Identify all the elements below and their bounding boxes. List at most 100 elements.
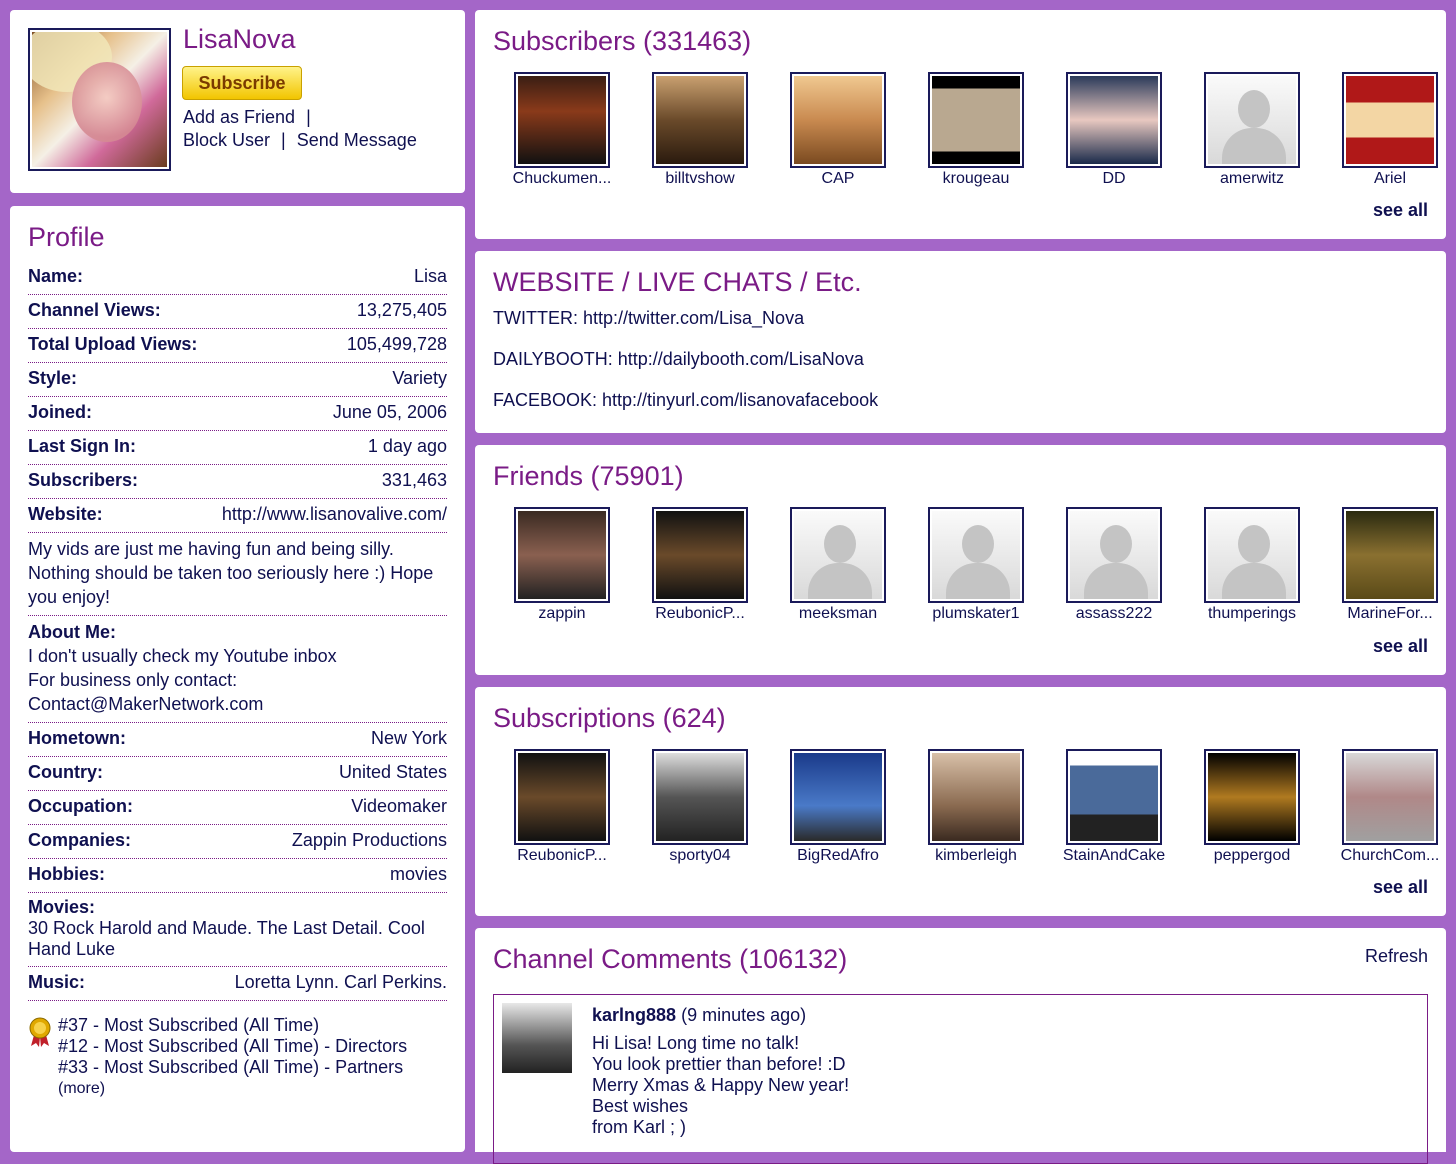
friends-thumb[interactable]: assass222 [1045, 507, 1183, 623]
username-link[interactable]: ReubonicP... [493, 847, 631, 865]
friends-thumb[interactable]: MarineFor... [1321, 507, 1456, 623]
subscribers-see-all-link[interactable]: see all [1373, 200, 1428, 221]
friends-thumb[interactable]: ReubonicP... [631, 507, 769, 623]
subscriptions-thumb[interactable]: peppergod [1183, 749, 1321, 865]
award-link[interactable]: #37 - Most Subscribed (All Time) [58, 1015, 447, 1036]
user-avatar[interactable] [514, 507, 610, 603]
user-avatar[interactable] [514, 749, 610, 845]
profile-field-row: Country: United States [28, 757, 447, 791]
user-avatar[interactable] [1066, 749, 1162, 845]
profile-field-music: Music: Loretta Lynn. Carl Perkins. [28, 967, 447, 1001]
username-link[interactable]: meeksman [769, 605, 907, 623]
friends-thumb[interactable]: zappin [493, 507, 631, 623]
username-link[interactable]: ReubonicP... [631, 605, 769, 623]
subscriptions-see-all-link[interactable]: see all [1373, 877, 1428, 898]
subscribers-thumb[interactable]: DD [1045, 72, 1183, 188]
separator: | [306, 107, 311, 127]
subscriptions-thumb[interactable]: kimberleigh [907, 749, 1045, 865]
user-avatar[interactable] [1342, 507, 1438, 603]
user-avatar[interactable] [1342, 749, 1438, 845]
comment-avatar[interactable] [502, 1003, 572, 1073]
user-avatar[interactable] [1066, 72, 1162, 168]
username-link[interactable]: krougeau [907, 170, 1045, 188]
user-avatar[interactable] [928, 749, 1024, 845]
profile-field-value: Lisa [413, 266, 447, 286]
website-panel: WEBSITE / LIVE CHATS / Etc. TWITTER: htt… [475, 251, 1446, 433]
medal-icon [29, 1017, 51, 1047]
username-link[interactable]: plumskater1 [907, 605, 1045, 623]
friends-thumb[interactable]: thumperings [1183, 507, 1321, 623]
username-link[interactable]: BigRedAfro [769, 847, 907, 865]
username-link[interactable]: DD [1045, 170, 1183, 188]
channel-header: LisaNova Subscribe Add as Friend | Block… [10, 10, 465, 193]
channel-username[interactable]: LisaNova [183, 24, 296, 55]
award-link[interactable]: #33 - Most Subscribed (All Time) - Partn… [58, 1057, 447, 1078]
username-link[interactable]: kimberleigh [907, 847, 1045, 865]
about-line: For business only contact: [28, 670, 238, 690]
subscribers-thumb[interactable]: amerwitz [1183, 72, 1321, 188]
channel-avatar[interactable] [28, 28, 171, 171]
subscriptions-thumb[interactable]: BigRedAfro [769, 749, 907, 865]
award-link[interactable]: #12 - Most Subscribed (All Time) - Direc… [58, 1036, 447, 1057]
friends-thumb[interactable]: plumskater1 [907, 507, 1045, 623]
user-avatar[interactable] [1204, 507, 1300, 603]
subscriptions-thumb[interactable]: sporty04 [631, 749, 769, 865]
username-link[interactable]: ChurchCom... [1321, 847, 1456, 865]
friends-thumb[interactable]: meeksman [769, 507, 907, 623]
twitter-link[interactable]: TWITTER: http://twitter.com/Lisa_Nova [493, 308, 1428, 329]
subscribers-thumb[interactable]: Ariel [1321, 72, 1456, 188]
send-message-link[interactable]: Send Message [297, 130, 417, 150]
user-avatar[interactable] [652, 749, 748, 845]
user-avatar[interactable] [790, 749, 886, 845]
user-avatar[interactable] [1204, 72, 1300, 168]
user-avatar[interactable] [790, 72, 886, 168]
user-avatar[interactable] [790, 507, 886, 603]
profile-field-label: Style: [28, 368, 78, 388]
subscriptions-thumb[interactable]: ChurchCom... [1321, 749, 1456, 865]
user-avatar[interactable] [514, 72, 610, 168]
subscribers-thumb[interactable]: krougeau [907, 72, 1045, 188]
user-avatar[interactable] [928, 507, 1024, 603]
friends-see-all-link[interactable]: see all [1373, 636, 1428, 657]
username-link[interactable]: Chuckumen... [493, 170, 631, 188]
user-avatar[interactable] [1342, 72, 1438, 168]
username-link[interactable]: sporty04 [631, 847, 769, 865]
profile-field-row: Companies: Zappin Productions [28, 825, 447, 859]
block-user-link[interactable]: Block User [183, 130, 270, 150]
comments-panel: Channel Comments (106132) Refresh karlng… [475, 928, 1446, 1164]
profile-field-value: 105,499,728 [346, 334, 447, 354]
user-avatar[interactable] [652, 507, 748, 603]
username-link[interactable]: amerwitz [1183, 170, 1321, 188]
username-link[interactable]: zappin [493, 605, 631, 623]
profile-field-row: Last Sign In: 1 day ago [28, 431, 447, 465]
user-avatar[interactable] [652, 72, 748, 168]
user-avatar[interactable] [1066, 507, 1162, 603]
username-link[interactable]: MarineFor... [1321, 605, 1456, 623]
profile-field-value[interactable]: http://www.lisanovalive.com/ [222, 504, 447, 525]
subscriptions-thumb[interactable]: StainAndCake [1045, 749, 1183, 865]
facebook-link[interactable]: FACEBOOK: http://tinyurl.com/lisanovafac… [493, 390, 1428, 411]
subscriptions-thumb[interactable]: ReubonicP... [493, 749, 631, 865]
username-link[interactable]: StainAndCake [1045, 847, 1183, 865]
username-link[interactable]: peppergod [1183, 847, 1321, 865]
add-friend-link[interactable]: Add as Friend [183, 107, 295, 127]
profile-field-value: movies [389, 864, 447, 884]
comment-author-link[interactable]: karlng888 [592, 1005, 676, 1025]
username-link[interactable]: billtvshow [631, 170, 769, 188]
dailybooth-link[interactable]: DAILYBOOTH: http://dailybooth.com/LisaNo… [493, 349, 1428, 370]
user-avatar[interactable] [1204, 749, 1300, 845]
subscribers-title: Subscribers (331463) [493, 26, 752, 56]
username-link[interactable]: assass222 [1045, 605, 1183, 623]
subscribers-thumb[interactable]: CAP [769, 72, 907, 188]
username-link[interactable]: CAP [769, 170, 907, 188]
awards-more-link[interactable]: (more) [58, 1078, 447, 1099]
user-avatar[interactable] [928, 72, 1024, 168]
username-link[interactable]: thumperings [1183, 605, 1321, 623]
about-line: I don't usually check my Youtube inbox [28, 646, 337, 666]
avatar-image [1346, 76, 1434, 164]
refresh-link[interactable]: Refresh [1365, 946, 1428, 967]
subscribers-thumb[interactable]: Chuckumen... [493, 72, 631, 188]
username-link[interactable]: Ariel [1321, 170, 1456, 188]
subscribe-button[interactable]: Subscribe [182, 66, 302, 100]
subscribers-thumb[interactable]: billtvshow [631, 72, 769, 188]
